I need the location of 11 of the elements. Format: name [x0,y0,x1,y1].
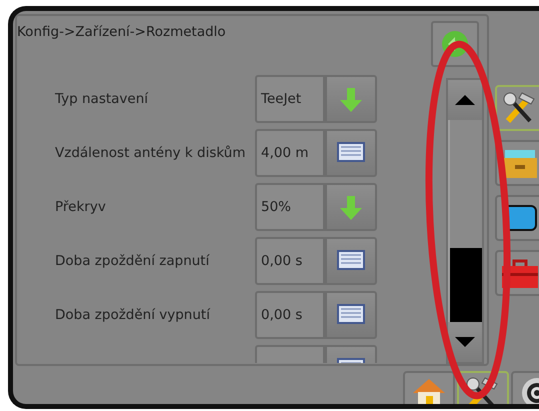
value-field[interactable]: 0,00 s [255,237,325,285]
setting-label: Typ nastavení [54,90,150,109]
breadcrumb-title: Konfig->Zařízení->Rozmetadlo [17,23,227,42]
value-field[interactable]: 0,00 s [255,291,325,339]
setting-label: Doba zpoždění zapnutí [54,252,210,271]
value-field[interactable]: 50% [255,183,325,231]
setting-label: Doba zpoždění vypnutí [54,306,212,325]
value-field[interactable]: 4,00 m [255,129,325,177]
setting-label: Vzdálenost antény k diskům [54,144,246,163]
setting-label: Překryv [54,198,107,217]
value-field[interactable]: TeeJet [255,75,325,123]
